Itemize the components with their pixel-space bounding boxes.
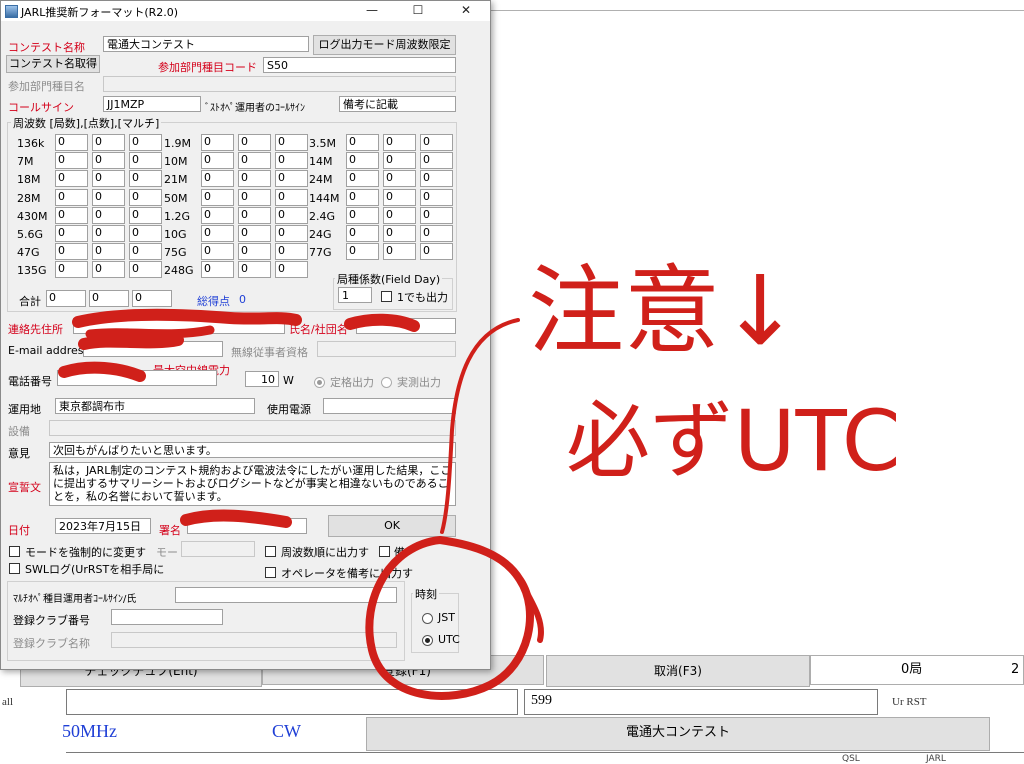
annotation-text-line1: 注意↓ — [528, 255, 800, 367]
redaction-scribble-signature — [180, 509, 292, 528]
annotation-arrow-line — [440, 318, 520, 534]
redaction-scribble-club — [344, 313, 420, 332]
ink-overlay: 注意↓ 必ずUTC — [58, 255, 901, 700]
redaction-scribble-email — [78, 334, 184, 350]
redaction-scribble-address — [72, 308, 302, 328]
annotation-circle-utc — [365, 536, 534, 700]
annotation-text-line2: 必ずUTC — [566, 392, 901, 490]
redaction-scribble-phone — [58, 361, 146, 382]
redaction-scribble-address-2 — [85, 325, 215, 339]
